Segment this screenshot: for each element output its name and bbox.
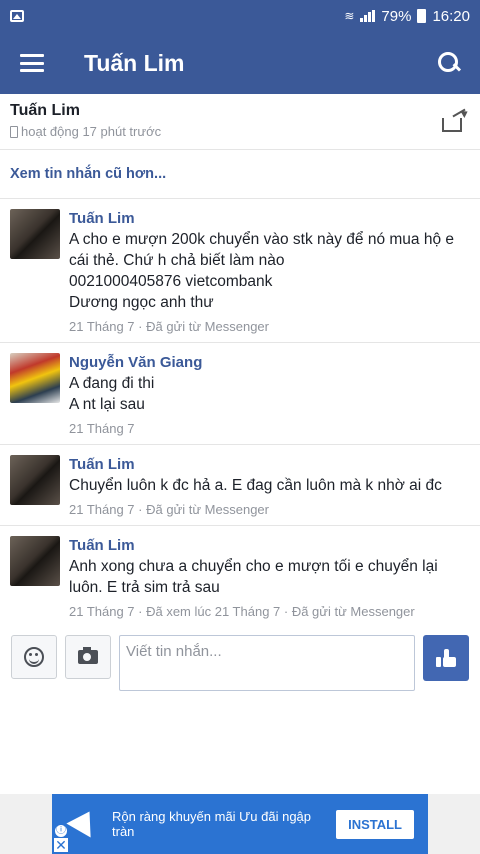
message-line: 0021000405876 vietcombank	[69, 273, 273, 290]
message-input[interactable]	[119, 635, 415, 691]
message-text: Chuyển luôn k đc hả a. E đag cần luôn mà…	[69, 475, 470, 496]
message-text: A đang đi thi A nt lại sau	[69, 373, 470, 415]
ad-content[interactable]: Rộn ràng khuyến mãi Ưu đãi ngập tràn INS…	[52, 794, 428, 854]
message-item: Tuấn Lim Chuyển luôn k đc hả a. E đag cầ…	[0, 445, 480, 526]
message-sender[interactable]: Tuấn Lim	[69, 456, 470, 473]
active-status-text: hoạt động 17 phút trước	[21, 124, 162, 139]
smiley-icon	[24, 647, 44, 667]
message-item: Tuấn Lim A cho e mượn 200k chuyển vào st…	[0, 199, 480, 343]
message-sender[interactable]: Nguyễn Văn Giang	[69, 354, 470, 371]
wifi-icon: ≋	[344, 9, 355, 23]
message-list: Tuấn Lim A cho e mượn 200k chuyển vào st…	[0, 199, 480, 627]
message-composer	[0, 627, 480, 699]
app-title: Tuấn Lim	[84, 49, 185, 76]
install-button[interactable]: INSTALL	[336, 809, 414, 839]
message-text: Anh xong chưa a chuyển cho e mượn tối e …	[69, 556, 470, 598]
photo-button[interactable]	[65, 635, 111, 679]
thread-header: Tuấn Lim hoạt động 17 phút trước	[0, 94, 480, 150]
avatar[interactable]	[10, 209, 60, 259]
message-line: A nt lại sau	[69, 396, 145, 413]
message-sender[interactable]: Tuấn Lim	[69, 210, 470, 227]
thread-name[interactable]: Tuấn Lim	[10, 102, 442, 120]
ad-close-icon[interactable]: ✕	[54, 838, 68, 852]
signal-icon	[360, 10, 376, 22]
like-button[interactable]	[423, 635, 469, 681]
thread-status: hoạt động 17 phút trước	[10, 124, 442, 139]
thumbs-up-icon	[436, 649, 456, 667]
image-notification-icon	[10, 10, 24, 22]
message-item: Nguyễn Văn Giang A đang đi thi A nt lại …	[0, 343, 480, 445]
message-text: A cho e mượn 200k chuyển vào stk này để …	[69, 229, 470, 313]
avatar[interactable]	[10, 455, 60, 505]
message-meta: 21 Tháng 7	[69, 421, 135, 436]
older-messages-link[interactable]: Xem tin nhắn cũ hơn...	[0, 150, 480, 199]
search-icon[interactable]	[438, 52, 460, 74]
avatar[interactable]	[10, 536, 60, 586]
ad-info-icon[interactable]: ⓘ	[54, 824, 68, 838]
message-meta: 21 Tháng 7 · Đã gửi từ Messenger	[69, 502, 269, 517]
battery-icon	[417, 9, 427, 23]
ad-banner: Rộn ràng khuyến mãi Ưu đãi ngập tràn INS…	[0, 794, 480, 854]
message-line: Chuyển luôn k đc hả a. E đag cần luôn mà…	[69, 477, 442, 494]
message-line: Dương ngọc anh thư	[69, 294, 214, 311]
message-meta: 21 Tháng 7 · Đã gửi từ Messenger	[69, 319, 269, 334]
message-sender[interactable]: Tuấn Lim	[69, 537, 470, 554]
share-icon[interactable]	[442, 107, 470, 132]
ad-text: Rộn ràng khuyến mãi Ưu đãi ngập tràn	[112, 809, 312, 839]
avatar[interactable]	[10, 353, 60, 403]
battery-percent: 79%	[381, 7, 412, 25]
message-meta: 21 Tháng 7 · Đã xem lúc 21 Tháng 7 · Đã …	[69, 604, 415, 619]
message-line: Anh xong chưa a chuyển cho e mượn tối e …	[69, 558, 443, 596]
message-line: A cho e mượn 200k chuyển vào stk này để …	[69, 231, 459, 269]
menu-icon[interactable]	[20, 54, 44, 72]
message-item: Tuấn Lim Anh xong chưa a chuyển cho e mư…	[0, 526, 480, 627]
status-bar: ≋ 79% 16:20	[0, 0, 480, 32]
mobile-icon	[10, 125, 18, 138]
sticker-button[interactable]	[11, 635, 57, 679]
message-line: A đang đi thi	[69, 375, 155, 392]
bird-logo-icon	[64, 806, 100, 842]
clock: 16:20	[432, 7, 470, 25]
app-bar: Tuấn Lim	[0, 32, 480, 94]
camera-icon	[78, 647, 98, 664]
